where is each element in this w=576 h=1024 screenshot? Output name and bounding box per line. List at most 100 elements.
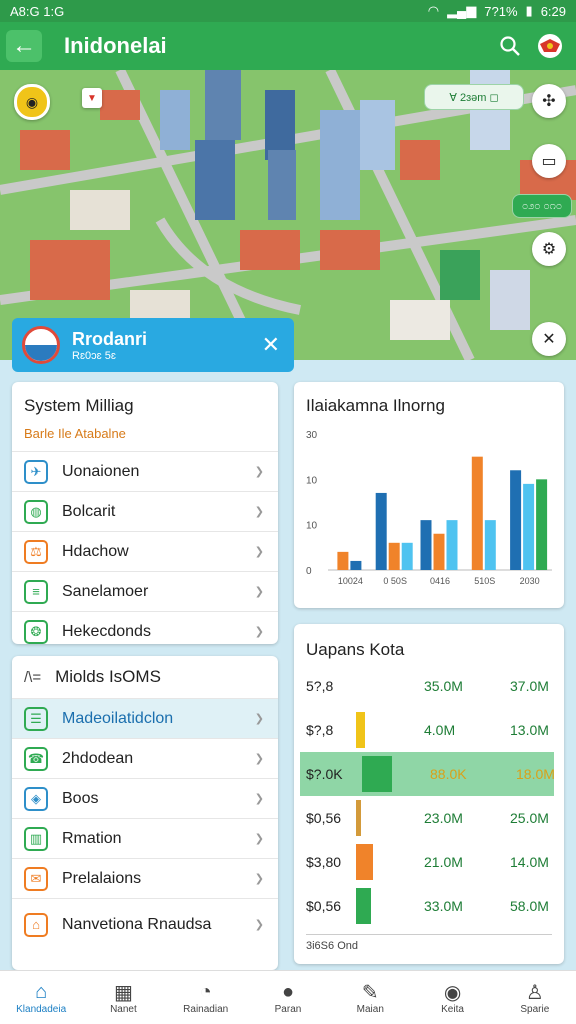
kota-card: Uapans Kota 5?,8 35.0M 37.0M $?,8 4.0M 13.0M $… xyxy=(294,624,564,964)
kota-bar xyxy=(356,712,365,748)
kota-value-a: 33.0M xyxy=(424,898,463,914)
chevron-right-icon: ❯ xyxy=(254,466,264,478)
back-button[interactable]: ← xyxy=(6,30,42,62)
kota-value-b: 13.0M xyxy=(510,722,549,738)
layers-button[interactable]: ✣ xyxy=(532,84,566,118)
modes-item-label: Rmation xyxy=(62,829,122,847)
modes-icon: /\= xyxy=(24,668,42,686)
kota-row[interactable]: $?,8 4.0M 13.0M xyxy=(294,708,564,752)
battery-text: 7?1% xyxy=(484,3,518,19)
bar xyxy=(337,551,349,570)
globe-icon: ❂ xyxy=(24,619,48,644)
tab-label: Nanet xyxy=(110,1004,137,1015)
modes-item[interactable]: ☎ 2hdodean ❯ xyxy=(12,738,278,778)
frame-button[interactable]: ▭ xyxy=(532,144,566,178)
tab-5[interactable]: ◉ Keita xyxy=(411,971,493,1024)
y-tick-label: 30 xyxy=(306,430,318,441)
scale-icon: ⚖ xyxy=(24,539,48,564)
tab-0[interactable]: ⌂ Klandadeia xyxy=(0,971,82,1024)
modes-item[interactable]: ◈ Boos ❯ xyxy=(12,778,278,818)
close-map-button[interactable]: ✕ xyxy=(532,322,566,356)
close-banner-button[interactable]: ✕ xyxy=(262,332,280,358)
tab-3[interactable]: ● Paran xyxy=(247,971,329,1024)
kota-value-b: 25.0M xyxy=(510,810,549,826)
tab-label: Rainadian xyxy=(183,1004,229,1015)
bar xyxy=(536,479,548,570)
status-bar: A8:G 1:G ◠ ▂▄▆ 7?1% ▮ 6:29 xyxy=(0,0,576,22)
divider xyxy=(306,934,552,935)
modes-item-label: 2hdodean xyxy=(62,749,134,767)
location-badge[interactable]: ◉ xyxy=(14,84,50,120)
bar xyxy=(471,456,483,570)
kota-row[interactable]: $3,80 21.0M 14.0M xyxy=(294,840,564,884)
shield-icon: ◈ xyxy=(24,786,48,811)
bar-chart: 30 10 10 0 10024 0 50S 0416 510S 2030 xyxy=(306,430,552,586)
tab-label: Keita xyxy=(441,1004,464,1015)
arrow-left-icon: ← xyxy=(12,32,36,59)
tab-4[interactable]: ✎ Maian xyxy=(329,971,411,1024)
modes-item[interactable]: ✉ Prelalaions ❯ xyxy=(12,858,278,898)
user-icon: ♙ xyxy=(525,981,544,1004)
map-tool-icon: ✣ xyxy=(542,93,556,110)
close-icon: ✕ xyxy=(542,331,556,348)
modes-item[interactable]: ▥ Rmation ❯ xyxy=(12,818,278,858)
building-icon: ▥ xyxy=(24,826,48,851)
signal-icon: ▂▄▆ xyxy=(447,3,477,18)
y-tick-label: 10 xyxy=(306,521,318,532)
kota-row[interactable]: 5?,8 35.0M 37.0M xyxy=(294,664,564,708)
kota-value-b: 37.0M xyxy=(510,678,549,694)
modes-item[interactable]: ☰ Madeoilatidclon ❯ xyxy=(12,698,278,738)
list-icon: ☰ xyxy=(24,706,48,731)
chevron-right-icon: ❯ xyxy=(254,626,264,638)
chevron-right-icon: ❯ xyxy=(254,546,264,558)
pin-marker[interactable]: ▼ xyxy=(82,88,102,108)
tab-label: Sparie xyxy=(520,1004,550,1015)
banner-subtitle: Rɛ0ɔɛ 5ɛ xyxy=(72,349,116,362)
system-item[interactable]: ≡ Sanelamoer ❯ xyxy=(12,571,278,611)
bar xyxy=(433,533,445,570)
kota-footer: 3i6S6 Ond xyxy=(306,940,358,952)
kota-row-label: $3,80 xyxy=(306,854,342,870)
envelope-icon: ✉ xyxy=(24,866,48,891)
bar xyxy=(420,520,432,570)
tab-2[interactable]: ◔ Rainadian xyxy=(165,971,247,1024)
tab-1[interactable]: ▦ Nanet xyxy=(82,971,164,1024)
modes-item[interactable]: ⌂ Nanvetiona Rnaudsa ❯ xyxy=(12,898,278,950)
tab-6[interactable]: ♙ Sparie xyxy=(494,971,576,1024)
x-tick-label: 0 50S xyxy=(383,576,407,586)
leaf-icon: ◍ xyxy=(24,499,48,524)
kota-value-a: 23.0M xyxy=(424,810,463,826)
bottom-nav: ⌂ Klandadeia ▦ Nanet ◔ Rainadian ● Paran ✎ Maian ◉… xyxy=(0,970,576,1024)
map-legend-chip[interactable]: ೦೨೦ ೦೧೦ xyxy=(512,194,572,218)
system-item[interactable]: ◍ Bolcarit ❯ xyxy=(12,491,278,531)
emblem-button[interactable] xyxy=(530,26,570,66)
modes-item-label: Prelalaions xyxy=(62,869,142,887)
system-item[interactable]: ✈ Uonaionen ❯ xyxy=(12,451,278,491)
kota-row[interactable]: $?.0K 88.0K 18.0M xyxy=(300,752,555,796)
x-tick-label: 510S xyxy=(474,576,495,586)
kota-row[interactable]: $0,56 23.0M 25.0M xyxy=(294,796,564,840)
chevron-right-icon: ❯ xyxy=(254,833,264,845)
kota-row-label: $0,56 xyxy=(306,898,342,914)
bar xyxy=(350,560,362,570)
kota-row-label: $?,8 xyxy=(306,722,334,738)
kota-row[interactable]: $0,56 33.0M 58.0M xyxy=(294,884,564,928)
garuda-emblem-icon xyxy=(538,34,562,58)
x-tick-label: 0416 xyxy=(430,576,450,586)
tab-label: Paran xyxy=(274,1004,302,1015)
modes-item-label: Boos xyxy=(62,789,99,807)
kota-value-b: 58.0M xyxy=(510,898,549,914)
battery-icon: ▮ xyxy=(525,3,533,18)
system-item[interactable]: ⚖ Hdachow ❯ xyxy=(12,531,278,571)
search-button[interactable] xyxy=(490,26,530,66)
region-banner[interactable]: Rrodanri Rɛ0ɔɛ 5ɛ ✕ xyxy=(12,318,294,372)
bar xyxy=(388,542,400,570)
status-time-right: 6:29 xyxy=(540,3,566,19)
city-map[interactable]: ◉ ▼ ∀ 2ɜəm ◻ ✣ ▭ ೦೨೦ ೦೧೦ ⚙ ✕ xyxy=(0,70,576,360)
rectangle-icon: ▭ xyxy=(541,153,557,170)
region-avatar xyxy=(22,326,60,364)
system-item[interactable]: ❂ Hekecdonds ❯ xyxy=(12,611,278,651)
settings-button[interactable]: ⚙ xyxy=(532,232,566,266)
kota-bar xyxy=(362,756,392,792)
filter-chip[interactable]: ∀ 2ɜəm ◻ xyxy=(424,84,524,110)
